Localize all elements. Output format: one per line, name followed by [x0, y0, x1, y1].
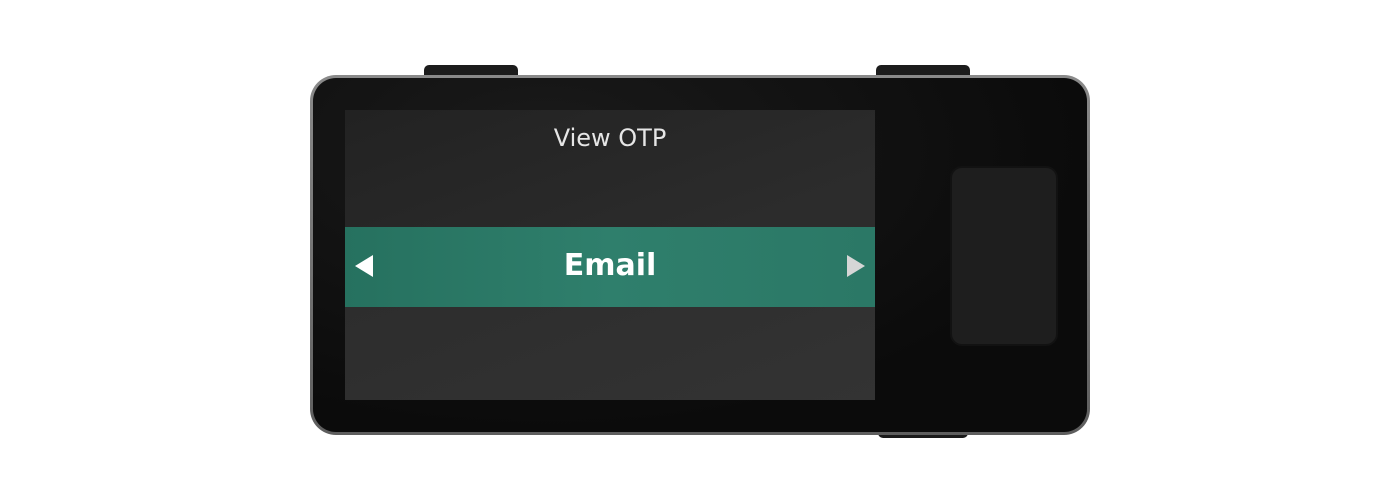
- stage: View OTP Email: [0, 0, 1400, 500]
- triangle-right-icon[interactable]: [847, 255, 865, 277]
- screen-title: View OTP: [553, 124, 667, 152]
- device-body: View OTP Email: [313, 78, 1087, 432]
- fingerprint-sensor[interactable]: [950, 166, 1058, 346]
- option-selector[interactable]: Email: [345, 227, 875, 307]
- device-screen: View OTP Email: [345, 110, 875, 400]
- selector-value: Email: [563, 248, 657, 283]
- hardware-device: View OTP Email: [310, 75, 1090, 435]
- screen-lower-area: [345, 307, 875, 400]
